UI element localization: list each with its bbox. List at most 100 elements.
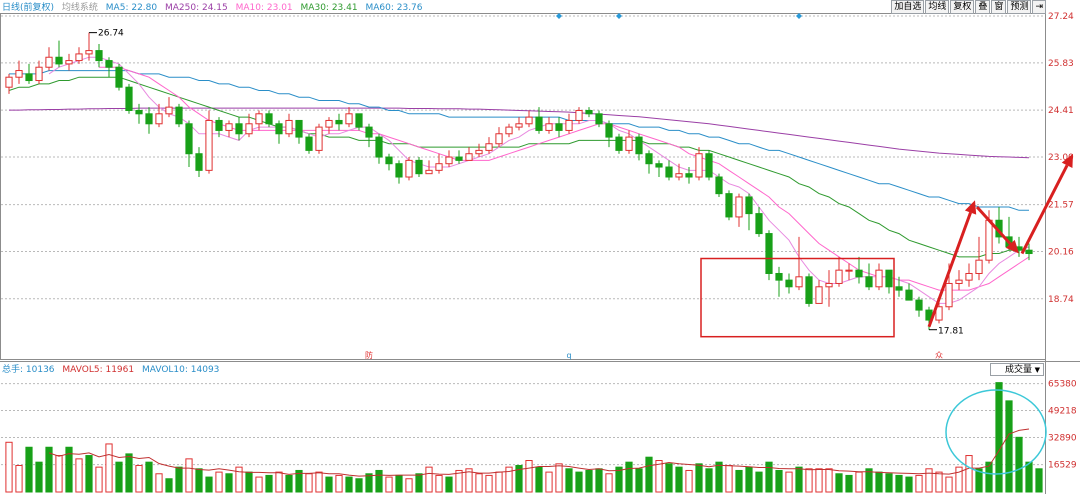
candle-up: [835, 269, 843, 284]
candle-down: [295, 119, 303, 138]
candle-up: [315, 126, 323, 151]
stock-chart: 27.24 25.83 24.41 23.00 21.57 20.16 18.74 65380…: [0, 0, 1080, 494]
candle-up: [985, 219, 993, 261]
volume-bar-down: [625, 461, 633, 493]
volume-bar-up: [545, 471, 553, 493]
volume-bar-up: [965, 455, 973, 493]
volume-tick-label: 16529: [1048, 461, 1077, 471]
candle-down: [175, 106, 183, 125]
volume-bar-up: [5, 441, 13, 493]
mavol5-label: MAVOL5: 11961: [62, 365, 135, 375]
volume-bar-down: [875, 471, 883, 493]
candle-down: [95, 50, 103, 62]
period-label[interactable]: 日线(前复权): [2, 3, 54, 13]
candle-down: [555, 123, 563, 131]
candle-down: [275, 123, 283, 135]
window-button[interactable]: 窗: [991, 0, 1007, 14]
volume-bar-down: [895, 474, 903, 493]
candle-down: [335, 119, 343, 125]
ma60-label: MA60: 23.76: [365, 3, 423, 13]
candle-down: [215, 119, 223, 131]
volume-bar-up: [15, 464, 23, 493]
volume-bar-down: [635, 468, 643, 493]
volume-bar-up: [555, 463, 563, 493]
ma30-label: MA30: 23.41: [300, 3, 358, 13]
volume-bar-down: [285, 474, 293, 493]
candle-up: [815, 286, 823, 304]
bottom-marker-label: q: [566, 351, 571, 360]
candle-up: [475, 149, 483, 155]
candle-down: [645, 153, 653, 165]
candle-up: [405, 159, 413, 178]
candle-down: [535, 116, 543, 131]
candle-up: [445, 156, 453, 165]
volume-bar-down: [645, 456, 653, 493]
volume-bar-up: [485, 474, 493, 493]
candle-down: [145, 113, 153, 125]
candle-up: [825, 282, 833, 288]
volume-bar-down: [445, 476, 453, 493]
candle-up: [525, 116, 533, 125]
candle-down: [655, 163, 663, 168]
price-legend: 日线(前复权) 均线系统 MA5: 22.80 MA250: 24.15 MA1…: [2, 1, 428, 15]
volume-bar-up: [105, 443, 113, 493]
volume-bar-down: [575, 471, 583, 493]
volume-bar-up: [935, 471, 943, 493]
add-watchlist-button[interactable]: 加自选: [891, 0, 925, 14]
chevron-down-icon: ▼: [1034, 366, 1040, 374]
candle-down: [305, 136, 313, 151]
volume-bar-up: [335, 474, 343, 493]
candle-down: [785, 279, 793, 288]
volume-bar-up: [655, 460, 663, 493]
volume-bar-down: [795, 466, 803, 493]
candle-up: [505, 126, 513, 135]
volume-bar-down: [125, 453, 133, 493]
volume-bar-up: [215, 471, 223, 493]
candle-up: [435, 163, 443, 171]
volume-bar-down: [1035, 468, 1043, 493]
volume-legend: 总手: 10136 MAVOL5: 11961 MAVOL10: 14093: [2, 363, 224, 377]
candle-up: [65, 60, 73, 65]
candle-down: [855, 269, 863, 278]
candle-down: [765, 233, 773, 274]
volume-indicator-select[interactable]: 成交量 ▼: [990, 363, 1044, 376]
ma10-line: [99, 66, 1030, 291]
volume-tick-label: 49218: [1048, 406, 1077, 416]
candle-up: [345, 113, 353, 125]
collapse-icon[interactable]: ⇥: [1032, 0, 1046, 14]
overlay-button[interactable]: 叠: [975, 0, 991, 14]
volume-bar-down: [175, 466, 183, 493]
volume-bar-down: [195, 468, 203, 493]
candle-down: [135, 109, 143, 115]
ma10-label: MA10: 23.01: [235, 3, 293, 13]
candle-down: [365, 126, 373, 138]
volume-bar-down: [535, 466, 543, 493]
adjust-button[interactable]: 复权: [950, 0, 975, 14]
volume-bar-up: [315, 471, 323, 493]
candle-down: [415, 159, 423, 175]
candle-up: [285, 119, 293, 135]
volume-bar-down: [905, 476, 913, 493]
volume-bar-down: [165, 478, 173, 493]
price-tick-label: 21.57: [1048, 201, 1074, 211]
volume-bar-up: [495, 471, 503, 493]
ma-button[interactable]: 均线: [925, 0, 950, 14]
volume-bar-down: [225, 473, 233, 493]
candle-down: [385, 156, 393, 165]
candle-up: [45, 56, 53, 68]
candle-up: [945, 282, 953, 308]
candle-down: [105, 60, 113, 68]
price-tick-label: 27.24: [1048, 12, 1074, 22]
volume-bar-down: [835, 473, 843, 493]
chart-svg: 27.2425.8324.4123.0021.5720.1618.7465380…: [0, 0, 1080, 494]
candle-down: [125, 86, 133, 111]
forecast-button[interactable]: 预测: [1007, 0, 1032, 14]
ma-system-label: 均线系统: [61, 3, 98, 13]
candle-up: [975, 259, 983, 274]
candle-down: [115, 66, 123, 88]
price-tick-label: 25.83: [1048, 59, 1074, 69]
candle-up: [675, 173, 683, 178]
candle-down: [665, 166, 673, 178]
volume-bar-up: [405, 478, 413, 493]
candle-down: [755, 213, 763, 235]
